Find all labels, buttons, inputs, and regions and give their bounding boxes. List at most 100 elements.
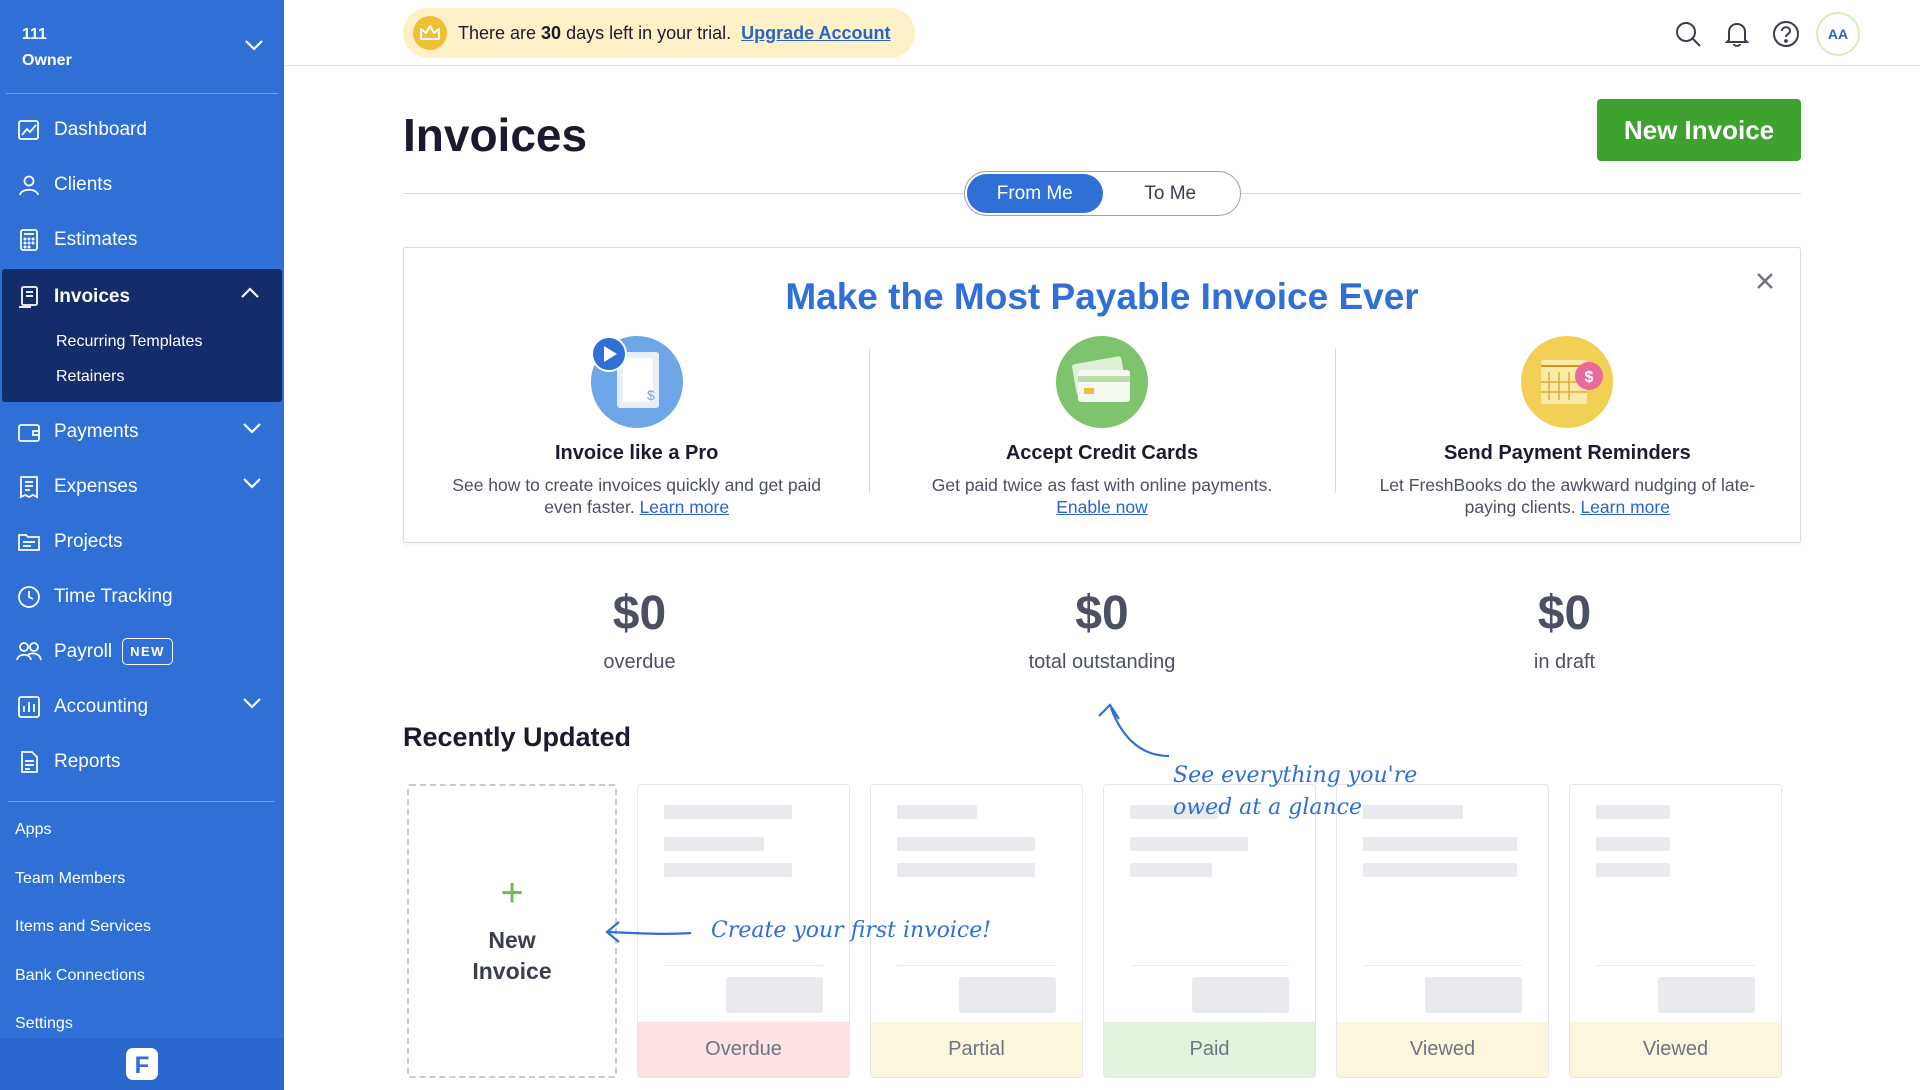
stat-total-outstanding[interactable]: $0 total outstanding: [876, 586, 1328, 674]
new-badge: NEW: [122, 638, 173, 665]
placeholder-line: [1130, 863, 1212, 877]
bell-icon[interactable]: [1717, 14, 1757, 54]
wallet-icon: [16, 419, 42, 445]
promo-item-credit-cards: Accept Credit Cards Get paid twice as fa…: [869, 336, 1334, 518]
tab-to-me[interactable]: To Me: [1103, 174, 1239, 213]
sidebar-footer: F: [0, 1038, 284, 1090]
sidebar-group-invoices: Invoices Recurring Templates Retainers: [2, 269, 282, 402]
sidebar-item-accounting[interactable]: Accounting: [0, 679, 284, 734]
sidebar-item-time-tracking[interactable]: Time Tracking: [0, 569, 284, 624]
promo-text-body: Get paid twice as fast with online payme…: [931, 475, 1273, 495]
sidebar-item-label: Accounting: [54, 695, 149, 717]
sidebar-link-items-and-services[interactable]: Items and Services: [0, 903, 284, 952]
invoice-placeholder-card: Viewed: [1569, 784, 1782, 1078]
card-divider: [1130, 965, 1289, 966]
sidebar-item-label: Projects: [54, 530, 123, 552]
sidebar-item-label: Estimates: [54, 228, 138, 250]
status-label: Viewed: [1570, 1022, 1781, 1077]
upgrade-account-link[interactable]: Upgrade Account: [741, 23, 890, 44]
dashboard-icon: [16, 117, 42, 143]
new-invoice-card[interactable]: + New Invoice: [407, 784, 617, 1078]
placeholder-line: [897, 805, 977, 819]
calculator-icon: [16, 227, 42, 253]
help-icon[interactable]: [1766, 14, 1806, 54]
calendar-reminder-icon: $: [1521, 336, 1614, 428]
sidebar-item-estimates[interactable]: Estimates: [0, 212, 284, 267]
arrow-left-annotation-icon: [605, 921, 692, 943]
stat-in-draft[interactable]: $0 in draft: [1328, 586, 1801, 674]
promo-title: Make the Most Payable Invoice Ever: [785, 276, 1419, 317]
trial-banner: There are 30 days left in your trial. Up…: [403, 8, 915, 58]
glance-annotation-line: owed at a glance: [1173, 795, 1362, 820]
crown-icon: [413, 16, 447, 50]
sidebar-item-expenses[interactable]: Expenses: [0, 459, 284, 514]
dollar-glyph: $: [647, 387, 655, 403]
document-icon: [16, 749, 42, 775]
placeholder-line: [897, 837, 1035, 851]
promo-text-body: Let FreshBooks do the awkward nudging of…: [1379, 475, 1756, 517]
card-divider: [1596, 965, 1755, 966]
logo-letter: F: [135, 1052, 150, 1079]
receipt-icon: [16, 474, 42, 500]
sidebar-item-label: Dashboard: [54, 118, 147, 140]
sidebar-link-bank-connections[interactable]: Bank Connections: [0, 952, 284, 1001]
sidebar-item-label: Payroll: [54, 640, 113, 662]
top-bar: There are 30 days left in your trial. Up…: [284, 0, 1920, 66]
sidebar-item-payroll[interactable]: Payroll NEW: [0, 624, 284, 679]
arrow-up-annotation-icon: [1098, 703, 1170, 758]
stat-label: total outstanding: [1028, 651, 1176, 673]
trial-text-prefix: There are: [458, 22, 537, 43]
glance-annotation: See everything you're owed at a glance: [1173, 760, 1417, 824]
promo-item-reminders: $ Send Payment Reminders Let FreshBooks …: [1334, 336, 1800, 518]
search-icon[interactable]: [1668, 14, 1708, 54]
placeholder-line: [1363, 863, 1517, 877]
learn-more-link[interactable]: Learn more: [640, 497, 730, 517]
tab-from-me[interactable]: From Me: [967, 174, 1103, 213]
glance-annotation-line: See everything you're: [1173, 763, 1418, 788]
status-label: Overdue: [638, 1022, 849, 1077]
sidebar-item-label: Reports: [54, 750, 121, 772]
sidebar-subitem-recurring-templates[interactable]: Recurring Templates: [2, 324, 282, 359]
promo-heading: Invoice like a Pro: [554, 442, 719, 464]
enable-now-link[interactable]: Enable now: [1056, 497, 1147, 517]
sidebar-item-label: Invoices: [54, 285, 131, 307]
placeholder-line: [1596, 805, 1670, 819]
top-icons: AA: [1659, 12, 1860, 56]
chevron-up-icon: [241, 287, 259, 298]
chevron-down-icon: [243, 698, 261, 709]
sidebar-subitem-retainers[interactable]: Retainers: [2, 359, 282, 394]
stat-label: overdue: [603, 651, 676, 673]
sidebar-item-reports[interactable]: Reports: [0, 734, 284, 789]
invoice-placeholder-card: Viewed: [1336, 784, 1549, 1078]
stat-value: $0: [612, 587, 667, 640]
status-label: Viewed: [1337, 1022, 1548, 1077]
business-name: 111: [22, 26, 47, 43]
freshbooks-logo-icon[interactable]: F: [125, 1047, 159, 1081]
create-invoice-annotation: Create your first invoice!: [711, 918, 992, 943]
sidebar-item-payments[interactable]: Payments: [0, 404, 284, 459]
stat-overdue[interactable]: $0 overdue: [403, 586, 876, 674]
placeholder-line: [1363, 837, 1517, 851]
sidebar-item-dashboard[interactable]: Dashboard: [0, 102, 284, 157]
promo-panel: Make the Most Payable Invoice Ever $ Inv…: [403, 247, 1801, 543]
placeholder-line: [897, 863, 1035, 877]
business-role: Owner: [22, 52, 72, 69]
avatar[interactable]: AA: [1816, 12, 1860, 56]
business-switcher[interactable]: 111 Owner: [6, 0, 278, 94]
new-invoice-button[interactable]: New Invoice: [1597, 99, 1801, 161]
sidebar-link-apps[interactable]: Apps: [0, 806, 284, 855]
sidebar-item-invoices[interactable]: Invoices: [2, 269, 282, 324]
page-title: Invoices: [403, 109, 588, 161]
placeholder-amount: [1658, 977, 1755, 1013]
sidebar-item-projects[interactable]: Projects: [0, 514, 284, 569]
promo-item-invoice-pro: $ Invoice like a Pro See how to create i…: [404, 336, 869, 518]
chevron-down-icon: [245, 40, 263, 51]
placeholder-amount: [1425, 977, 1522, 1013]
close-icon[interactable]: [1752, 268, 1778, 294]
sidebar-item-clients[interactable]: Clients: [0, 157, 284, 212]
invoice-summary: $0 overdue $0 total outstanding $0 in dr…: [403, 586, 1801, 674]
dollar-glyph: $: [1585, 369, 1594, 386]
sidebar-link-team-members[interactable]: Team Members: [0, 855, 284, 904]
learn-more-link[interactable]: Learn more: [1580, 497, 1670, 517]
card-divider: [664, 965, 823, 966]
